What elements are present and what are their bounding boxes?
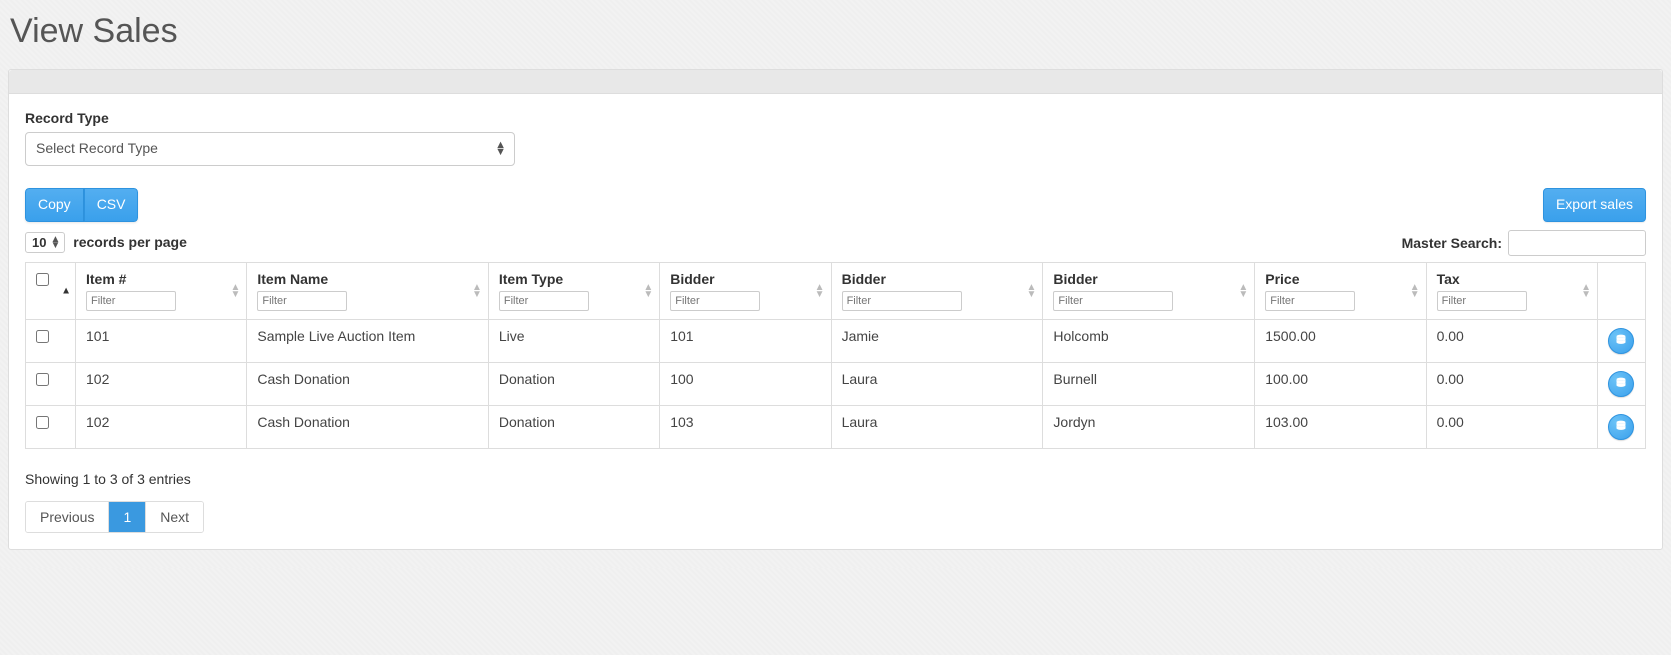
pagination: Previous 1 Next: [25, 501, 204, 533]
record-type-select[interactable]: Select Record Type ▲▼: [25, 132, 515, 166]
col-label: Bidder: [670, 271, 804, 287]
master-search-input[interactable]: [1508, 230, 1646, 256]
record-type-selected: Select Record Type: [26, 133, 514, 163]
row-checkbox[interactable]: [36, 416, 49, 429]
filter-item-no[interactable]: [86, 291, 176, 311]
sort-icon: ▲▼: [643, 284, 653, 298]
col-select-all[interactable]: ▲: [26, 262, 76, 319]
csv-button[interactable]: CSV: [84, 188, 139, 222]
sort-icon: ▲▼: [1410, 284, 1420, 298]
col-label: Tax: [1437, 271, 1571, 287]
table-row: 102Cash DonationDonation100LauraBurnell1…: [26, 362, 1646, 405]
cell-bidder-first: Jamie: [831, 319, 1043, 362]
filter-bidder-last[interactable]: [1053, 291, 1173, 311]
cell-bidder-last: Jordyn: [1043, 405, 1255, 448]
col-bidder-no[interactable]: Bidder ▲▼: [660, 262, 831, 319]
panel-header: [9, 70, 1662, 94]
row-checkbox[interactable]: [36, 330, 49, 343]
cell-bidder-first: Laura: [831, 405, 1043, 448]
record-type-label: Record Type: [25, 110, 1646, 126]
col-label: Price: [1265, 271, 1399, 287]
col-label: Bidder: [842, 271, 1017, 287]
sort-icon: ▲▼: [1581, 284, 1591, 298]
sort-icon: ▲: [61, 287, 71, 294]
cell-item-type: Live: [488, 319, 659, 362]
cell-price: 100.00: [1255, 362, 1426, 405]
filter-bidder-first[interactable]: [842, 291, 962, 311]
table-row: 101Sample Live Auction ItemLive101JamieH…: [26, 319, 1646, 362]
cell-bidder-no: 103: [660, 405, 831, 448]
page-length-label: records per page: [73, 234, 187, 250]
cell-tax: 0.00: [1426, 362, 1597, 405]
cell-item-no: 101: [76, 319, 247, 362]
sort-icon: ▲▼: [472, 284, 482, 298]
col-item-type[interactable]: Item Type ▲▼: [488, 262, 659, 319]
sort-icon: ▲▼: [815, 284, 825, 298]
pagination-next[interactable]: Next: [146, 502, 203, 532]
table-info: Showing 1 to 3 of 3 entries: [25, 471, 1646, 487]
col-label: Bidder: [1053, 271, 1228, 287]
cell-tax: 0.00: [1426, 319, 1597, 362]
cell-bidder-no: 101: [660, 319, 831, 362]
sort-icon: ▲▼: [1027, 284, 1037, 298]
chevron-updown-icon: ▲▼: [50, 237, 60, 249]
export-button-group: Copy CSV: [25, 188, 138, 222]
filter-item-name[interactable]: [257, 291, 347, 311]
sort-icon: ▲▼: [1238, 284, 1248, 298]
cell-item-type: Donation: [488, 405, 659, 448]
col-item-no[interactable]: Item # ▲▼: [76, 262, 247, 319]
cell-bidder-last: Burnell: [1043, 362, 1255, 405]
sort-icon: ▲▼: [230, 284, 240, 298]
col-item-name[interactable]: Item Name ▲▼: [247, 262, 489, 319]
filter-price[interactable]: [1265, 291, 1355, 311]
filter-item-type[interactable]: [499, 291, 589, 311]
row-action-button[interactable]: [1608, 371, 1634, 397]
filter-bidder-no[interactable]: [670, 291, 760, 311]
col-actions: [1598, 262, 1646, 319]
col-label: Item #: [86, 271, 220, 287]
col-label: Item Name: [257, 271, 462, 287]
cell-item-no: 102: [76, 362, 247, 405]
filter-tax[interactable]: [1437, 291, 1527, 311]
page-title: View Sales: [8, 0, 1663, 69]
col-bidder-first[interactable]: Bidder ▲▼: [831, 262, 1043, 319]
table-row: 102Cash DonationDonation103LauraJordyn10…: [26, 405, 1646, 448]
col-bidder-last[interactable]: Bidder ▲▼: [1043, 262, 1255, 319]
cell-bidder-last: Holcomb: [1043, 319, 1255, 362]
pagination-page-1[interactable]: 1: [109, 502, 146, 532]
length-control: 10 ▲▼ records per page: [25, 232, 187, 253]
database-icon: [1615, 419, 1627, 435]
col-price[interactable]: Price ▲▼: [1255, 262, 1426, 319]
sales-table: ▲ Item # ▲▼ Item Name ▲▼ Item Type: [25, 262, 1646, 449]
database-icon: [1615, 376, 1627, 392]
sales-panel: Record Type Select Record Type ▲▼ Copy C…: [8, 69, 1663, 550]
cell-bidder-first: Laura: [831, 362, 1043, 405]
page-length-select[interactable]: 10 ▲▼: [25, 232, 65, 253]
cell-item-name: Cash Donation: [247, 405, 489, 448]
database-icon: [1615, 333, 1627, 349]
cell-item-type: Donation: [488, 362, 659, 405]
col-label: Item Type: [499, 271, 633, 287]
row-checkbox[interactable]: [36, 373, 49, 386]
cell-tax: 0.00: [1426, 405, 1597, 448]
cell-item-name: Cash Donation: [247, 362, 489, 405]
export-sales-button[interactable]: Export sales: [1543, 188, 1646, 222]
pagination-previous[interactable]: Previous: [26, 502, 109, 532]
select-all-checkbox[interactable]: [36, 273, 49, 286]
chevron-updown-icon: ▲▼: [495, 142, 506, 156]
cell-item-name: Sample Live Auction Item: [247, 319, 489, 362]
cell-bidder-no: 100: [660, 362, 831, 405]
cell-price: 1500.00: [1255, 319, 1426, 362]
master-search-label: Master Search:: [1402, 235, 1502, 251]
row-action-button[interactable]: [1608, 328, 1634, 354]
copy-button[interactable]: Copy: [25, 188, 84, 222]
row-action-button[interactable]: [1608, 414, 1634, 440]
cell-price: 103.00: [1255, 405, 1426, 448]
col-tax[interactable]: Tax ▲▼: [1426, 262, 1597, 319]
cell-item-no: 102: [76, 405, 247, 448]
page-length-value: 10: [32, 235, 46, 250]
